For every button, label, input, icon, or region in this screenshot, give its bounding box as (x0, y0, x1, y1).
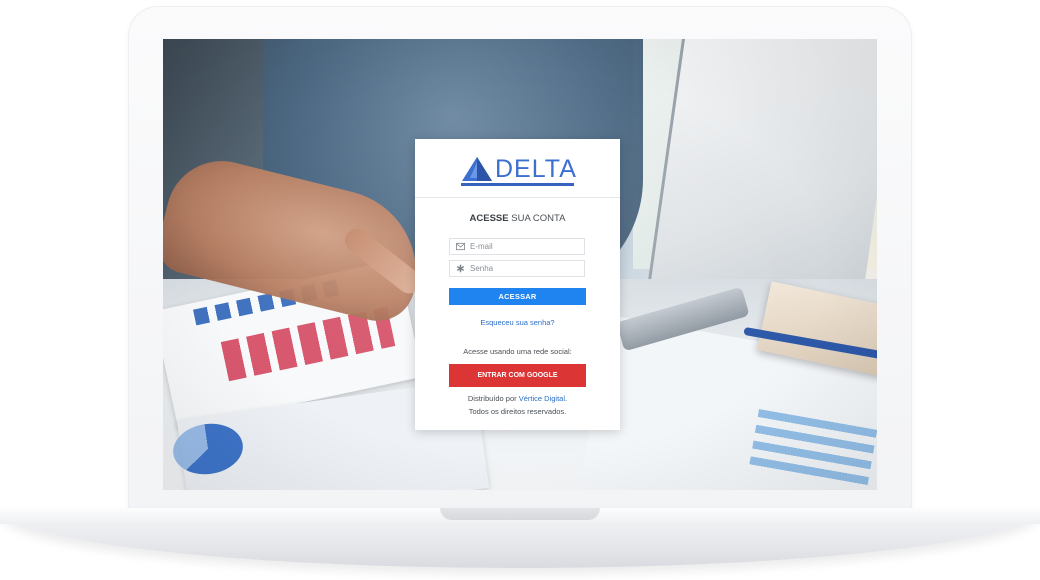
distributor-link[interactable]: Vértice Digital (519, 394, 565, 403)
laptop-notch (440, 508, 600, 520)
card-header: DELTA (415, 139, 620, 198)
login-title-strong: ACESSE (469, 213, 509, 224)
login-card: DELTA ACESSE SUA CONTA ACESSAR Esqueceu … (415, 139, 620, 430)
forgot-password-link[interactable]: Esqueceu sua senha? (415, 318, 620, 327)
email-input[interactable] (470, 239, 582, 254)
login-title-rest: SUA CONTA (508, 213, 566, 224)
distributed-by: Distribuído por Vértice Digital. (415, 394, 620, 403)
envelope-icon (456, 242, 465, 251)
google-login-button[interactable]: ENTRAR COM GOOGLE (449, 364, 586, 387)
brand-logo: DELTA (461, 155, 577, 187)
password-field[interactable] (449, 260, 585, 277)
rights-notice: Todos os direitos reservados. (468, 407, 567, 416)
password-input[interactable] (470, 261, 582, 276)
triangle-logo-icon (462, 157, 492, 181)
login-title: ACESSE SUA CONTA (415, 213, 620, 224)
asterisk-icon (456, 264, 465, 273)
social-login-label: Acesse usando uma rede social: (463, 347, 572, 356)
brand-underline (461, 183, 574, 186)
distributed-prefix: Distribuído por (467, 394, 519, 403)
submit-button[interactable]: ACESSAR (449, 288, 586, 305)
distributed-suffix: . (565, 394, 568, 403)
device-mockup: DELTA ACESSE SUA CONTA ACESSAR Esqueceu … (0, 0, 1040, 580)
brand-name: DELTA (495, 155, 577, 183)
email-field[interactable] (449, 238, 585, 255)
